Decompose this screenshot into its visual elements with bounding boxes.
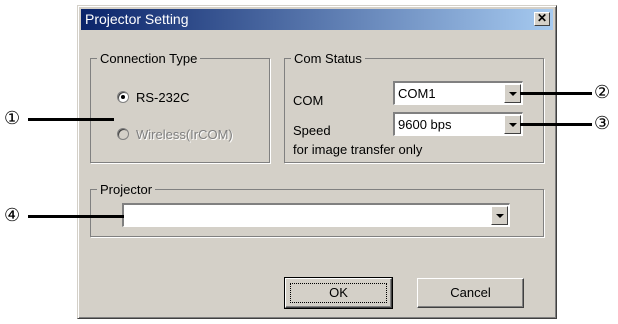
speed-note: for image transfer only [293, 142, 423, 157]
focus-rect [290, 283, 387, 303]
com-status-legend: Com Status [294, 51, 362, 66]
callout-2: ② [594, 82, 611, 102]
com-port-value: COM1 [398, 86, 436, 101]
speed-label: Speed [293, 123, 331, 138]
projector-legend: Projector [100, 182, 153, 197]
rs232c-radio[interactable] [117, 91, 129, 103]
speed-select[interactable]: 9600 bps [393, 112, 523, 136]
projector-setting-dialog: Projector Setting ✕ Connection Type RS-2… [77, 5, 557, 319]
ok-button[interactable]: OK [284, 277, 393, 309]
rs232c-label[interactable]: RS-232C [136, 90, 189, 105]
cancel-label: Cancel [450, 285, 491, 300]
callout-2-line [520, 92, 592, 95]
chevron-down-icon[interactable] [504, 84, 521, 103]
projector-select[interactable] [122, 203, 510, 227]
callout-1: ① [4, 108, 21, 128]
callout-4: ④ [4, 205, 21, 225]
com-port-select[interactable]: COM1 [393, 81, 523, 105]
speed-value: 9600 bps [398, 117, 452, 132]
com-label: COM [293, 93, 324, 108]
callout-3: ③ [594, 113, 611, 133]
radio-selected-dot [121, 95, 125, 99]
wireless-ircom-radio[interactable] [117, 128, 129, 140]
close-icon: ✕ [536, 11, 548, 25]
chevron-down-icon[interactable] [491, 206, 508, 225]
callout-1-line [28, 118, 114, 121]
dialog-title: Projector Setting [85, 11, 189, 27]
connection-type-legend: Connection Type [100, 51, 198, 66]
callout-3-line [520, 123, 592, 126]
callout-4-line [28, 215, 124, 218]
chevron-down-icon[interactable] [504, 115, 521, 134]
cancel-button[interactable]: Cancel [417, 278, 524, 308]
connection-type-group: Connection Type [90, 51, 270, 163]
title-bar[interactable]: Projector Setting ✕ [81, 9, 553, 30]
wireless-ircom-label: Wireless(IrCOM) [136, 127, 233, 142]
close-button[interactable]: ✕ [534, 12, 550, 26]
